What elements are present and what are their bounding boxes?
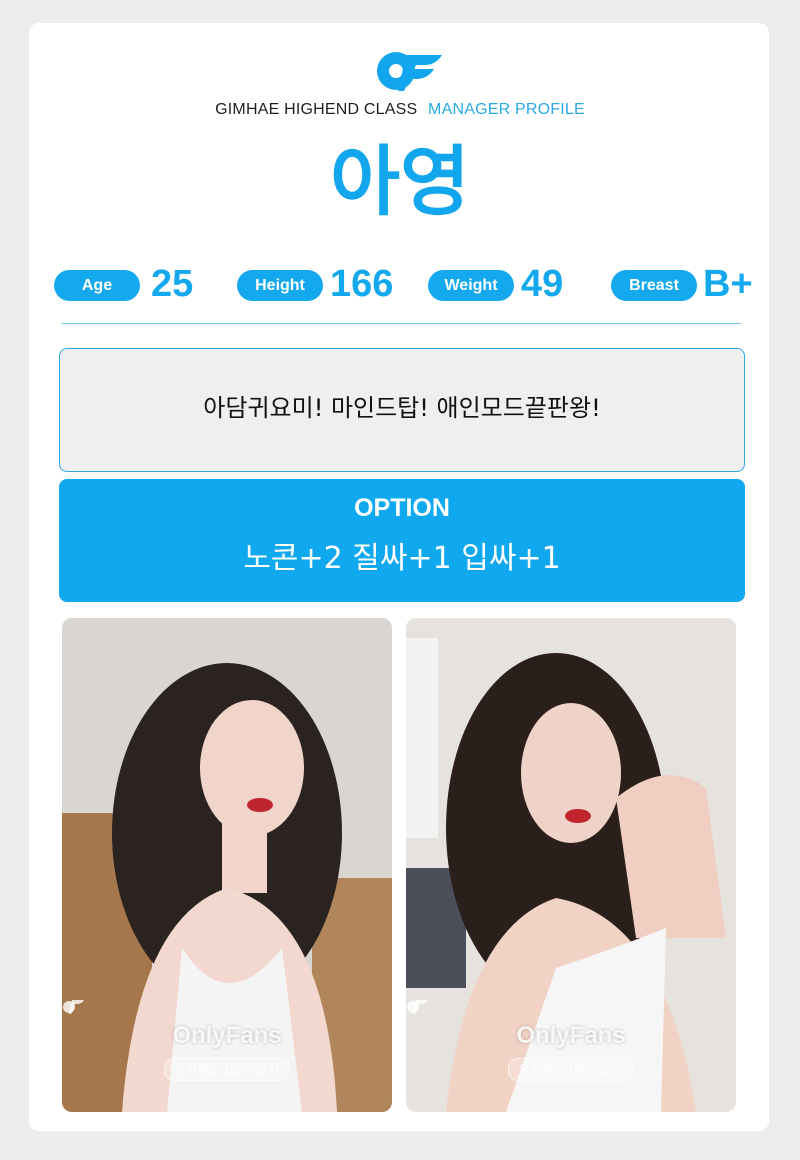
stat-age-value: 25 xyxy=(151,263,194,305)
watermark-name: OnlyFans xyxy=(172,1022,282,1049)
option-box: OPTION 노콘+2 질싸+1 입싸+1 xyxy=(59,479,745,602)
onlyfans-watermark-icon xyxy=(406,998,736,1014)
option-title: OPTION xyxy=(354,494,450,522)
stat-breast-label: Breast xyxy=(611,270,697,301)
stat-height-label: Height xyxy=(237,270,323,301)
stat-age-label: Age xyxy=(54,270,140,301)
profile-photo-2: OnlyFans 온리팬스 100%실사 xyxy=(406,618,736,1112)
option-text: 노콘+2 질싸+1 입싸+1 xyxy=(243,541,561,576)
stat-height-value: 166 xyxy=(330,263,394,305)
intro-text: 아담귀요미! 마인드탑! 애인모드끝판왕! xyxy=(203,394,601,422)
profile-name: 아영 xyxy=(330,137,470,226)
intro-box: 아담귀요미! 마인드탑! 애인모드끝판왕! xyxy=(59,348,745,472)
watermark-subtitle: 온리팬스 100%실사 xyxy=(62,1058,392,1081)
watermark-subtitle: 온리팬스 100%실사 xyxy=(406,1058,736,1081)
brand-subtitle: MANAGER PROFILE xyxy=(428,101,585,118)
stat-breast-value: B+ xyxy=(703,263,753,305)
divider xyxy=(62,323,741,324)
onlyfans-logo-icon xyxy=(376,47,442,91)
brand-line: GIMHAE HIGHEND CLASS MANAGER PROFILE xyxy=(0,101,800,119)
stat-weight-value: 49 xyxy=(521,263,564,305)
profile-photo-1: OnlyFans 온리팬스 100%실사 xyxy=(62,618,392,1112)
watermark-name: OnlyFans xyxy=(516,1022,626,1049)
onlyfans-watermark-icon xyxy=(62,998,392,1014)
brand-name: GIMHAE HIGHEND CLASS xyxy=(215,101,418,118)
stat-weight-label: Weight xyxy=(428,270,514,301)
